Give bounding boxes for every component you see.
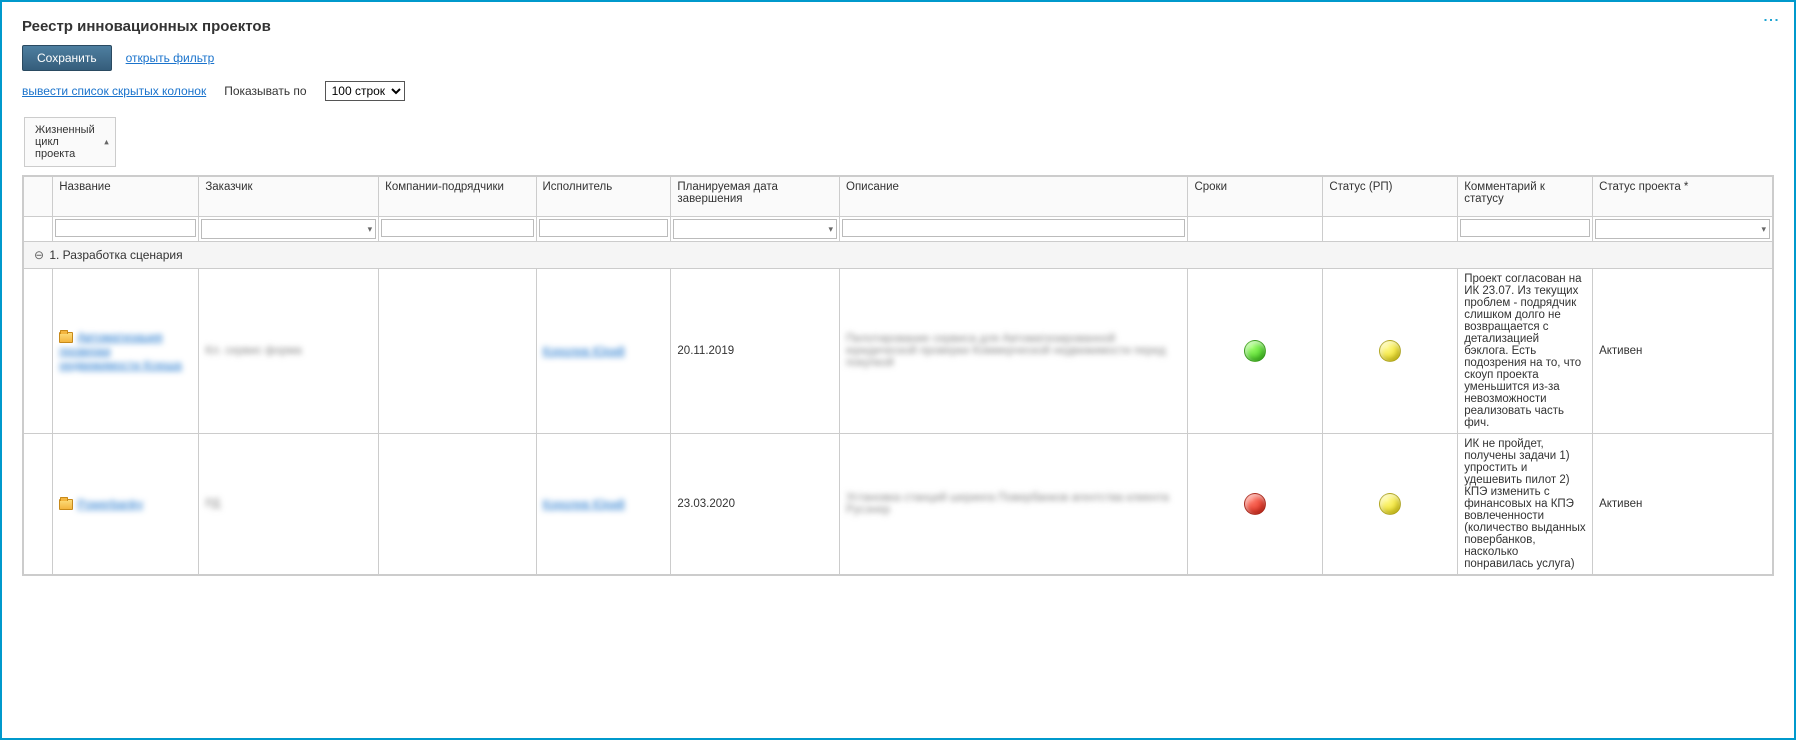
customer-cell: Кл. сервис форма: [205, 345, 301, 357]
sroki-indicator: [1244, 340, 1266, 362]
col-plandate[interactable]: Планируемая дата завершения: [671, 177, 840, 217]
filter-customer[interactable]: [201, 219, 376, 239]
filter-name[interactable]: [55, 219, 196, 237]
col-customer[interactable]: Заказчик: [199, 177, 379, 217]
description-cell: Пилотирование сервиса для Автоматизирова…: [846, 333, 1166, 369]
col-sroki[interactable]: Сроки: [1188, 177, 1323, 217]
folder-icon: [59, 332, 73, 343]
table-header-row: Название Заказчик Компании-подрядчики Ис…: [24, 177, 1773, 217]
comment-cell: ИК не пройдет, получены задачи 1) упрост…: [1458, 434, 1593, 575]
filter-row: [24, 217, 1773, 242]
group-row: ⊖ 1. Разработка сценария: [24, 242, 1773, 269]
plan-date-cell: 23.03.2020: [671, 434, 840, 575]
hidden-cols-link[interactable]: вывести список скрытых колонок: [22, 84, 206, 98]
more-icon[interactable]: ⋮: [1761, 12, 1780, 26]
filter-comment[interactable]: [1460, 219, 1590, 237]
contractors-cell: [379, 434, 536, 575]
sub-toolbar: вывести список скрытых колонок Показыват…: [2, 81, 1794, 111]
save-button[interactable]: Сохранить: [22, 45, 112, 71]
table-row: Автоматизация проверки недвижимости Ксюш…: [24, 269, 1773, 434]
group-title: 1. Разработка сценария: [49, 248, 182, 262]
group-by-lifecycle-header[interactable]: Жизненный цикл проекта: [24, 117, 116, 167]
project-status-cell: Активен: [1593, 269, 1773, 434]
show-by-label: Показывать по: [224, 84, 306, 98]
description-cell: Установка станций шеринга Повербанков аг…: [846, 492, 1169, 516]
comment-cell: Проект согласован на ИК 23.07. Из текущи…: [1458, 269, 1593, 434]
folder-icon: [59, 499, 73, 510]
col-description[interactable]: Описание: [840, 177, 1188, 217]
executor-link[interactable]: Королев Юрий: [543, 497, 625, 511]
sroki-indicator: [1244, 493, 1266, 515]
collapse-icon[interactable]: ⊖: [32, 248, 46, 262]
filter-executor[interactable]: [539, 219, 669, 237]
filter-project-status[interactable]: [1595, 219, 1770, 239]
status-rp-indicator: [1379, 340, 1401, 362]
filter-contractors[interactable]: [381, 219, 533, 237]
col-statusrp[interactable]: Статус (РП): [1323, 177, 1458, 217]
customer-cell: РД: [205, 498, 220, 510]
col-project-status[interactable]: Статус проекта *: [1593, 177, 1773, 217]
project-status-cell: Активен: [1593, 434, 1773, 575]
col-executor[interactable]: Исполнитель: [536, 177, 671, 217]
rows-per-page-select[interactable]: 100 строк: [325, 81, 405, 101]
contractors-cell: [379, 269, 536, 434]
project-link[interactable]: Автоматизация проверки недвижимости Ксюш…: [59, 330, 182, 372]
col-expand: [24, 177, 53, 217]
projects-table: Название Заказчик Компании-подрядчики Ис…: [22, 175, 1774, 576]
plan-date-cell: 20.11.2019: [671, 269, 840, 434]
project-link[interactable]: Powerbanky: [77, 497, 143, 511]
toolbar: Сохранить открыть фильтр: [2, 45, 1794, 81]
filter-description[interactable]: [842, 219, 1185, 237]
filter-plandate[interactable]: [673, 219, 837, 239]
status-rp-indicator: [1379, 493, 1401, 515]
table-row: Powerbanky РД Королев Юрий 23.03.2020 Ус…: [24, 434, 1773, 575]
col-contractors[interactable]: Компании-подрядчики: [379, 177, 536, 217]
col-comment[interactable]: Комментарий к статусу: [1458, 177, 1593, 217]
executor-link[interactable]: Королев Юрий: [543, 344, 625, 358]
open-filter-link[interactable]: открыть фильтр: [126, 51, 215, 65]
page-title: Реестр инновационных проектов: [2, 2, 1794, 45]
col-name[interactable]: Название: [53, 177, 199, 217]
